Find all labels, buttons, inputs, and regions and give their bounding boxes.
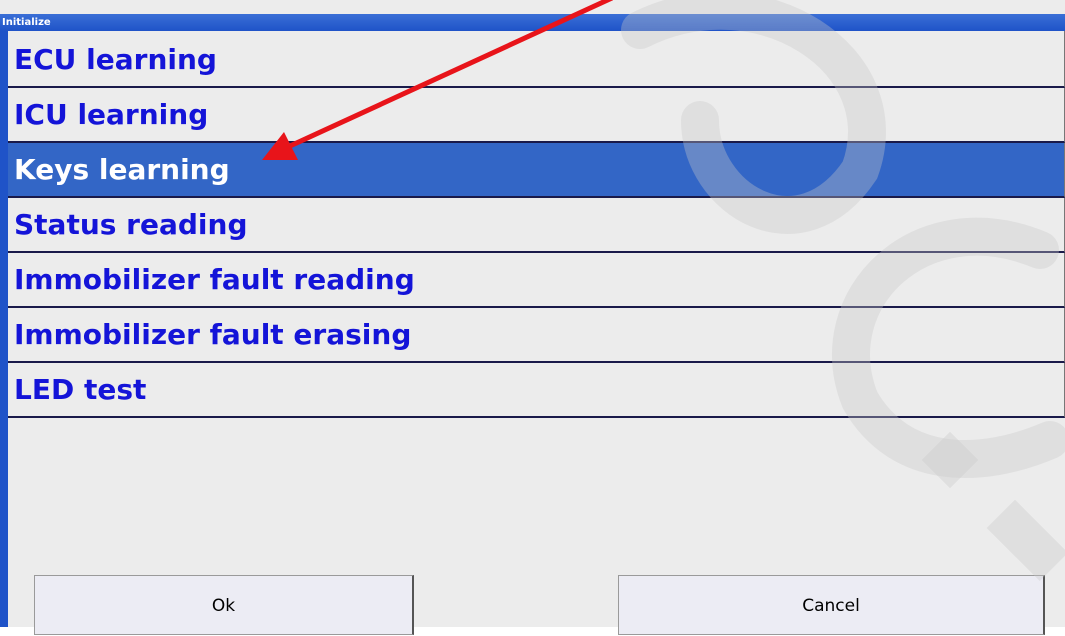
menu-item-ecu-learning[interactable]: ECU learning bbox=[8, 31, 1065, 88]
initialize-dialog: Initialize ECU learning ICU learning Key… bbox=[0, 0, 1065, 635]
menu-item-icu-learning[interactable]: ICU learning bbox=[8, 88, 1065, 143]
menu-item-immobilizer-fault-erasing[interactable]: Immobilizer fault erasing bbox=[8, 308, 1065, 363]
window-left-border bbox=[0, 31, 8, 627]
menu-item-status-reading[interactable]: Status reading bbox=[8, 198, 1065, 253]
menu-item-keys-learning[interactable]: Keys learning bbox=[8, 143, 1065, 198]
menu-item-led-test[interactable]: LED test bbox=[8, 363, 1065, 418]
function-menu-list: ECU learning ICU learning Keys learning … bbox=[8, 31, 1065, 418]
window-title: Initialize bbox=[0, 14, 1065, 31]
menu-item-immobilizer-fault-reading[interactable]: Immobilizer fault reading bbox=[8, 253, 1065, 308]
ok-button[interactable]: Ok bbox=[34, 575, 414, 635]
cancel-button[interactable]: Cancel bbox=[618, 575, 1045, 635]
dialog-button-bar: Ok Cancel bbox=[8, 575, 1065, 635]
